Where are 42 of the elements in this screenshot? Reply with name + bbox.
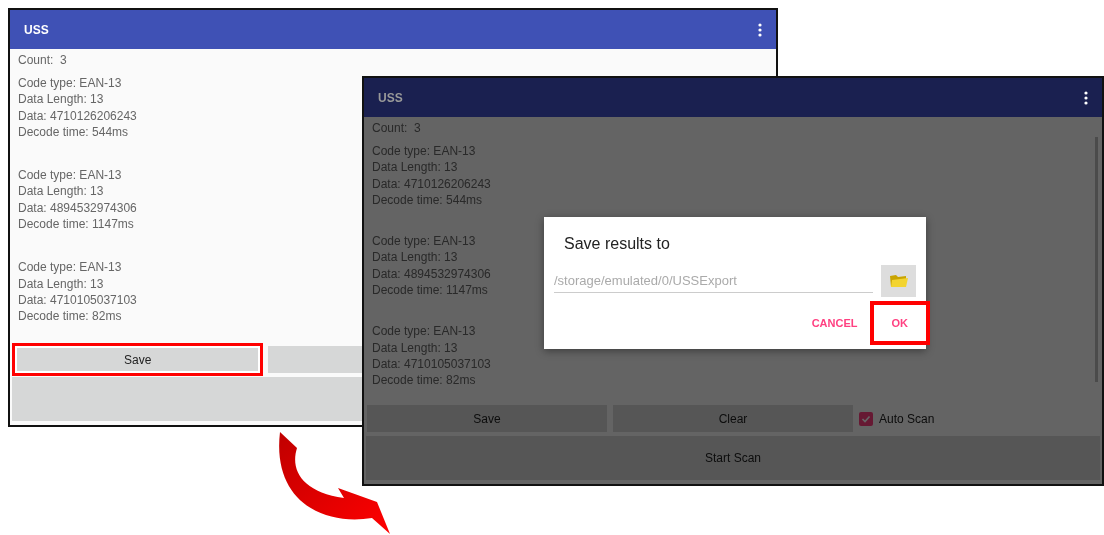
result-line: Data: 4894532974306	[18, 199, 137, 217]
result-line: Data Length: 13	[372, 339, 458, 356]
result-count: Count: 3	[18, 53, 68, 67]
result-line: Data Length: 13	[372, 159, 458, 176]
start-scan-button[interactable]: Start Scan	[366, 436, 1100, 480]
app-title: USS	[24, 22, 49, 37]
result-line: Data Length: 13	[18, 183, 104, 200]
action-button[interactable]: Save	[367, 405, 607, 432]
result-line: Decode time: 82ms	[18, 308, 122, 325]
auto-scan-checkbox[interactable]: Auto Scan	[859, 405, 1099, 432]
app-title: USS	[378, 90, 403, 105]
dialog-button[interactable]: OK	[869, 301, 930, 345]
more-menu-icon[interactable]	[1084, 90, 1088, 105]
result-line: Code type: EAN-13	[372, 323, 476, 340]
result-count: Count: 3	[372, 121, 422, 135]
dialog-title: Save results to	[563, 235, 671, 253]
result-line: Code type: EAN-13	[18, 259, 122, 276]
checkmark-icon	[861, 413, 871, 424]
folder-icon	[888, 273, 909, 289]
result-line: Decode time: 544ms	[372, 191, 483, 209]
result-line: Decode time: 82ms	[372, 372, 476, 389]
result-line: Code type: EAN-13	[18, 167, 122, 184]
action-button[interactable]: Save	[12, 343, 264, 376]
result-line: Data: 4710105037103	[372, 355, 491, 373]
result-line: Code type: EAN-13	[372, 143, 476, 160]
checkbox[interactable]	[859, 411, 873, 426]
path-input-field[interactable]: /storage/emulated/0/USSExport	[554, 269, 873, 293]
more-menu-icon[interactable]	[758, 22, 762, 37]
result-line: Data Length: 13	[18, 91, 104, 108]
result-line: Data: 4710105037103	[18, 291, 137, 309]
result-line: Data: 4894532974306	[372, 265, 491, 283]
action-button[interactable]: Clear	[613, 405, 853, 432]
result-line: Data Length: 13	[18, 275, 104, 292]
result-line: Data: 4710126206243	[18, 107, 137, 124]
result-line: Data: 4710126206243	[372, 175, 491, 192]
result-line: Code type: EAN-13	[372, 233, 476, 250]
checkbox-label: Auto Scan	[879, 411, 935, 426]
result-line: Code type: EAN-13	[18, 75, 122, 92]
result-line: Decode time: 1147ms	[372, 282, 488, 299]
result-line: Decode time: 544ms	[18, 123, 129, 141]
result-line: Decode time: 1147ms	[18, 216, 134, 233]
result-line: Data Length: 13	[372, 249, 458, 266]
